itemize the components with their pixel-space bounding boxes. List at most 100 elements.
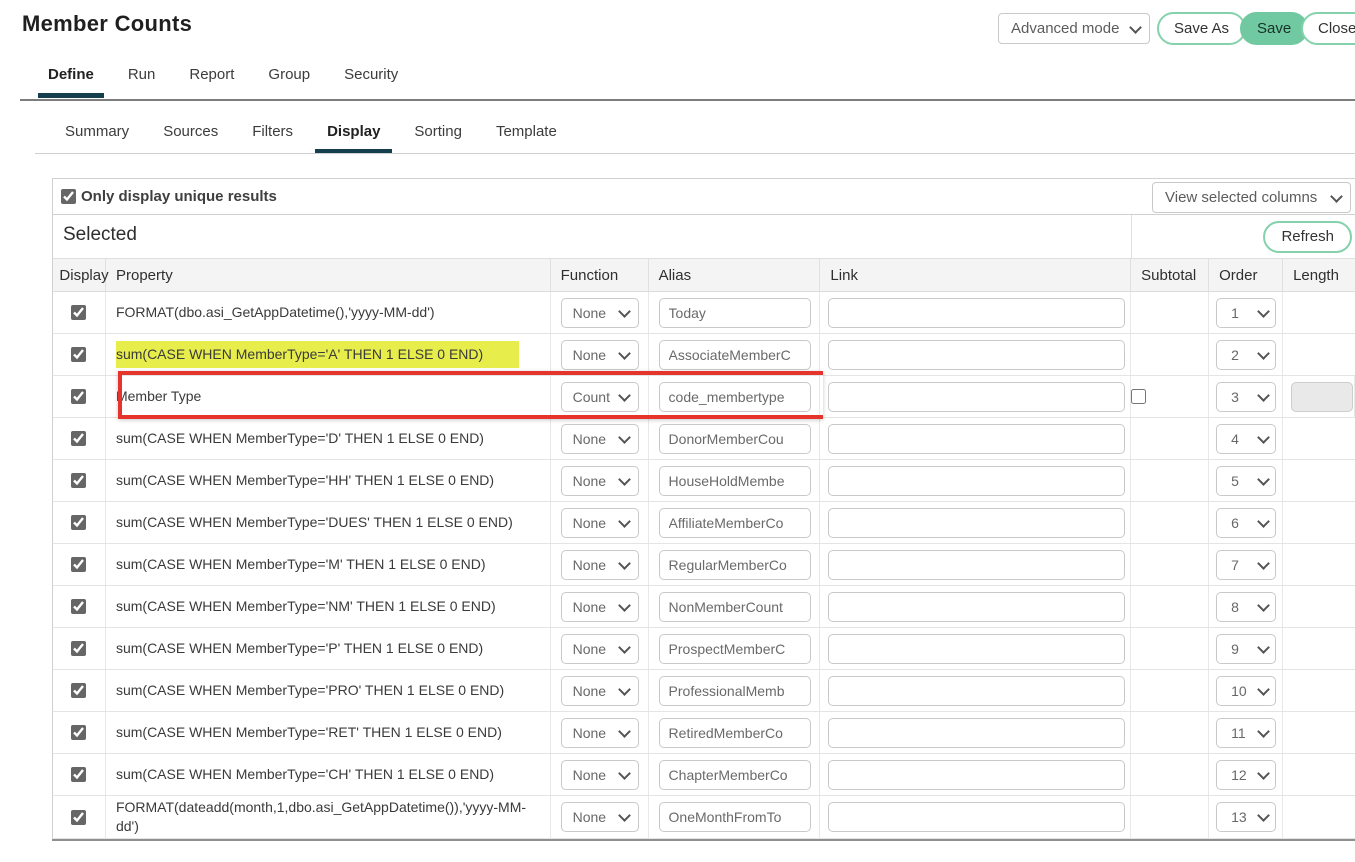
subtab-template[interactable]: Template xyxy=(484,120,569,154)
display-checkbox[interactable] xyxy=(71,347,86,362)
order-select[interactable]: 8 xyxy=(1216,592,1276,622)
refresh-button[interactable]: Refresh xyxy=(1263,221,1352,253)
display-checkbox[interactable] xyxy=(71,683,86,698)
link-input[interactable] xyxy=(828,676,1125,706)
order-select-control[interactable]: 13 xyxy=(1216,802,1276,832)
display-checkbox[interactable] xyxy=(71,431,86,446)
advanced-mode-select[interactable]: Advanced mode xyxy=(998,13,1150,44)
order-select-control[interactable]: 8 xyxy=(1216,592,1276,622)
order-select[interactable]: 4 xyxy=(1216,424,1276,454)
alias-input[interactable] xyxy=(659,340,811,370)
function-select[interactable]: None xyxy=(561,802,639,832)
display-checkbox[interactable] xyxy=(71,473,86,488)
subtab-filters[interactable]: Filters xyxy=(240,120,305,154)
subtab-display[interactable]: Display xyxy=(315,120,392,154)
display-checkbox[interactable] xyxy=(71,767,86,782)
function-select-control[interactable]: None xyxy=(561,340,639,370)
link-input[interactable] xyxy=(828,424,1125,454)
alias-input[interactable] xyxy=(659,382,811,412)
function-select[interactable]: None xyxy=(561,466,639,496)
display-checkbox[interactable] xyxy=(71,810,86,825)
alias-input[interactable] xyxy=(659,718,811,748)
alias-input[interactable] xyxy=(659,802,811,832)
function-select-control[interactable]: None xyxy=(561,298,639,328)
function-select-control[interactable]: None xyxy=(561,466,639,496)
tab-report[interactable]: Report xyxy=(179,66,244,98)
link-input[interactable] xyxy=(828,340,1125,370)
link-input[interactable] xyxy=(828,802,1125,832)
tab-define[interactable]: Define xyxy=(38,66,104,98)
function-select-control[interactable]: None xyxy=(561,592,639,622)
function-select-control[interactable]: None xyxy=(561,676,639,706)
alias-input[interactable] xyxy=(659,466,811,496)
function-select-control[interactable]: None xyxy=(561,760,639,790)
view-columns-select[interactable]: View selected columns xyxy=(1152,182,1351,213)
order-select-control[interactable]: 2 xyxy=(1216,340,1276,370)
order-select-control[interactable]: 4 xyxy=(1216,424,1276,454)
order-select-control[interactable]: 11 xyxy=(1216,718,1276,748)
display-checkbox[interactable] xyxy=(71,599,86,614)
function-select[interactable]: None xyxy=(561,298,639,328)
subtab-sources[interactable]: Sources xyxy=(151,120,230,154)
function-select[interactable]: None xyxy=(561,634,639,664)
function-select[interactable]: None xyxy=(561,718,639,748)
function-select[interactable]: None xyxy=(561,424,639,454)
link-input[interactable] xyxy=(828,718,1125,748)
order-select[interactable]: 6 xyxy=(1216,508,1276,538)
order-select[interactable]: 12 xyxy=(1216,760,1276,790)
display-checkbox[interactable] xyxy=(71,557,86,572)
function-select[interactable]: Count xyxy=(561,382,639,412)
function-select[interactable]: None xyxy=(561,676,639,706)
subtab-sorting[interactable]: Sorting xyxy=(402,120,474,154)
link-input[interactable] xyxy=(828,298,1125,328)
order-select-control[interactable]: 6 xyxy=(1216,508,1276,538)
save-as-button[interactable]: Save As xyxy=(1157,12,1246,45)
order-select-control[interactable]: 9 xyxy=(1216,634,1276,664)
function-select-control[interactable]: None xyxy=(561,634,639,664)
save-button[interactable]: Save xyxy=(1240,12,1308,45)
order-select-control[interactable]: 1 xyxy=(1216,298,1276,328)
close-button[interactable]: Close xyxy=(1301,12,1355,45)
function-select[interactable]: None xyxy=(561,550,639,580)
subtab-summary[interactable]: Summary xyxy=(53,120,141,154)
view-columns-select-control[interactable]: View selected columns xyxy=(1152,182,1351,213)
link-input[interactable] xyxy=(828,592,1125,622)
function-select[interactable]: None xyxy=(561,508,639,538)
link-input[interactable] xyxy=(828,760,1125,790)
order-select-control[interactable]: 3 xyxy=(1216,382,1276,412)
function-select-control[interactable]: Count xyxy=(561,382,639,412)
order-select-control[interactable]: 7 xyxy=(1216,550,1276,580)
alias-input[interactable] xyxy=(659,676,811,706)
order-select[interactable]: 10 xyxy=(1216,676,1276,706)
display-checkbox[interactable] xyxy=(71,389,86,404)
function-select-control[interactable]: None xyxy=(561,508,639,538)
subtotal-checkbox[interactable] xyxy=(1131,389,1146,404)
link-input[interactable] xyxy=(828,382,1125,412)
alias-input[interactable] xyxy=(659,634,811,664)
order-select[interactable]: 3 xyxy=(1216,382,1276,412)
function-select-control[interactable]: None xyxy=(561,718,639,748)
function-select[interactable]: None xyxy=(561,592,639,622)
advanced-mode-select-control[interactable]: Advanced mode xyxy=(998,13,1150,44)
display-checkbox[interactable] xyxy=(71,515,86,530)
order-select[interactable]: 1 xyxy=(1216,298,1276,328)
alias-input[interactable] xyxy=(659,298,811,328)
display-checkbox[interactable] xyxy=(71,725,86,740)
display-checkbox[interactable] xyxy=(71,641,86,656)
order-select-control[interactable]: 10 xyxy=(1216,676,1276,706)
function-select[interactable]: None xyxy=(561,760,639,790)
alias-input[interactable] xyxy=(659,508,811,538)
order-select-control[interactable]: 12 xyxy=(1216,760,1276,790)
link-input[interactable] xyxy=(828,634,1125,664)
tab-security[interactable]: Security xyxy=(334,66,408,98)
order-select[interactable]: 11 xyxy=(1216,718,1276,748)
alias-input[interactable] xyxy=(659,760,811,790)
tab-group[interactable]: Group xyxy=(258,66,320,98)
order-select[interactable]: 9 xyxy=(1216,634,1276,664)
unique-results-checkbox[interactable] xyxy=(61,189,76,204)
function-select-control[interactable]: None xyxy=(561,550,639,580)
function-select-control[interactable]: None xyxy=(561,802,639,832)
link-input[interactable] xyxy=(828,508,1125,538)
order-select[interactable]: 13 xyxy=(1216,802,1276,832)
order-select[interactable]: 7 xyxy=(1216,550,1276,580)
